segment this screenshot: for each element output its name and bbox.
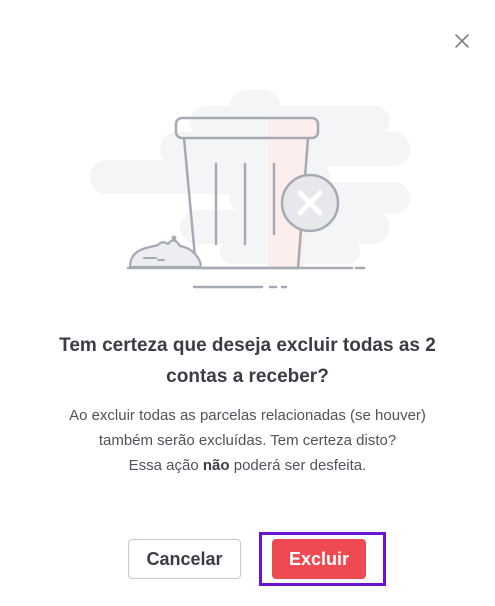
close-icon (455, 34, 469, 48)
dialog-title: Tem certeza que deseja excluir todas as … (59, 335, 436, 387)
delete-confirmation-dialog: Tem certeza que deseja excluir todas as … (0, 0, 495, 606)
description-warning-text: Ao excluir todas as parcelas relacionada… (69, 407, 426, 449)
description-irreversible-text: Essa ação não poderá ser desfeita. (128, 457, 367, 474)
emphasis-not: não (202, 457, 230, 474)
delete-button[interactable]: Excluir (272, 539, 366, 579)
dialog-description: Ao excluir todas as parcelas relacionada… (60, 403, 435, 478)
cancel-button[interactable]: Cancelar (128, 539, 241, 579)
trash-can-illustration (90, 90, 410, 289)
close-button[interactable] (449, 28, 475, 54)
